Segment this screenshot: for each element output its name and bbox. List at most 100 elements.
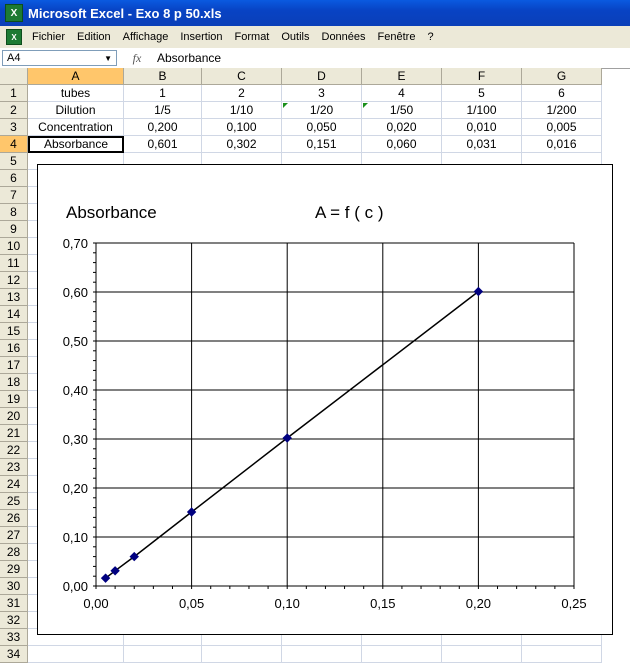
cell-d2[interactable]: 1/20 bbox=[282, 102, 362, 119]
cell-f2[interactable]: 1/100 bbox=[442, 102, 522, 119]
menu-insertion[interactable]: Insertion bbox=[174, 31, 228, 43]
row-header-21[interactable]: 21 bbox=[0, 425, 28, 442]
row-header-15[interactable]: 15 bbox=[0, 323, 28, 340]
row-header-20[interactable]: 20 bbox=[0, 408, 28, 425]
row-header-5[interactable]: 5 bbox=[0, 153, 28, 170]
row-header-26[interactable]: 26 bbox=[0, 510, 28, 527]
row-header-8[interactable]: 8 bbox=[0, 204, 28, 221]
cell-a1[interactable]: tubes bbox=[28, 85, 124, 102]
column-header-a[interactable]: A bbox=[28, 68, 124, 85]
excel-app-icon[interactable]: X bbox=[5, 4, 23, 22]
cell-a34[interactable] bbox=[28, 646, 124, 663]
row-header-17[interactable]: 17 bbox=[0, 357, 28, 374]
row-header-25[interactable]: 25 bbox=[0, 493, 28, 510]
cell-b34[interactable] bbox=[124, 646, 202, 663]
cell-d34[interactable] bbox=[282, 646, 362, 663]
row-header-27[interactable]: 27 bbox=[0, 527, 28, 544]
formula-input[interactable]: Absorbance bbox=[157, 51, 221, 65]
column-header-b[interactable]: B bbox=[124, 68, 202, 85]
row-header-12[interactable]: 12 bbox=[0, 272, 28, 289]
row-header-2[interactable]: 2 bbox=[0, 102, 28, 119]
chart[interactable]: Absorbance A = f ( c ) 0,00 0,10 0,20 0,30 0… bbox=[37, 164, 613, 635]
menu-outils[interactable]: Outils bbox=[275, 31, 315, 43]
row-header-34[interactable]: 34 bbox=[0, 646, 28, 663]
cell-c2[interactable]: 1/10 bbox=[202, 102, 282, 119]
cell-b1[interactable]: 1 bbox=[124, 85, 202, 102]
menu-affichage[interactable]: Affichage bbox=[117, 31, 175, 43]
row-header-24[interactable]: 24 bbox=[0, 476, 28, 493]
cell-c1[interactable]: 2 bbox=[202, 85, 282, 102]
row-header-31[interactable]: 31 bbox=[0, 595, 28, 612]
row-header-19[interactable]: 19 bbox=[0, 391, 28, 408]
row-header-1[interactable]: 1 bbox=[0, 85, 28, 102]
column-header-g[interactable]: G bbox=[522, 68, 602, 85]
cell-b3[interactable]: 0,200 bbox=[124, 119, 202, 136]
select-all-corner[interactable] bbox=[0, 68, 28, 85]
menu-help[interactable]: ? bbox=[421, 31, 439, 43]
cell-c34[interactable] bbox=[202, 646, 282, 663]
menu-donnees[interactable]: Données bbox=[316, 31, 372, 43]
cell-a2[interactable]: Dilution bbox=[28, 102, 124, 119]
row-header-13[interactable]: 13 bbox=[0, 289, 28, 306]
row-header-29[interactable]: 29 bbox=[0, 561, 28, 578]
chevron-down-icon[interactable]: ▼ bbox=[104, 54, 112, 63]
row-header-3[interactable]: 3 bbox=[0, 119, 28, 136]
row-header-16[interactable]: 16 bbox=[0, 340, 28, 357]
cell-c3[interactable]: 0,100 bbox=[202, 119, 282, 136]
cell-e34[interactable] bbox=[362, 646, 442, 663]
cell-g34[interactable] bbox=[522, 646, 602, 663]
cell-b2[interactable]: 1/5 bbox=[124, 102, 202, 119]
row-header-11[interactable]: 11 bbox=[0, 255, 28, 272]
cell-g3[interactable]: 0,005 bbox=[522, 119, 602, 136]
cell-e4[interactable]: 0,060 bbox=[362, 136, 442, 153]
row-header-18[interactable]: 18 bbox=[0, 374, 28, 391]
fx-icon[interactable]: fx bbox=[117, 51, 157, 66]
cell-b4[interactable]: 0,601 bbox=[124, 136, 202, 153]
row-header-7[interactable]: 7 bbox=[0, 187, 28, 204]
row-header-32[interactable]: 32 bbox=[0, 612, 28, 629]
cell-d1[interactable]: 3 bbox=[282, 85, 362, 102]
workbook-icon[interactable]: X bbox=[6, 29, 22, 45]
cell-e2[interactable]: 1/50 bbox=[362, 102, 442, 119]
row-header-33[interactable]: 33 bbox=[0, 629, 28, 646]
x-tick-label: 0,10 bbox=[275, 596, 300, 611]
y-tick-label: 0,30 bbox=[63, 432, 88, 447]
cell-e3[interactable]: 0,020 bbox=[362, 119, 442, 136]
column-header-f[interactable]: F bbox=[442, 68, 522, 85]
column-header-e[interactable]: E bbox=[362, 68, 442, 85]
cell-f3[interactable]: 0,010 bbox=[442, 119, 522, 136]
row-header-10[interactable]: 10 bbox=[0, 238, 28, 255]
y-tick-label: 0,10 bbox=[63, 530, 88, 545]
row-header-22[interactable]: 22 bbox=[0, 442, 28, 459]
row-header-6[interactable]: 6 bbox=[0, 170, 28, 187]
error-indicator-icon[interactable] bbox=[283, 103, 288, 108]
row-header-28[interactable]: 28 bbox=[0, 544, 28, 561]
name-box-value: A4 bbox=[7, 52, 21, 64]
y-tick-label: 0,00 bbox=[63, 579, 88, 594]
row-header-4[interactable]: 4 bbox=[0, 136, 28, 153]
cell-f1[interactable]: 5 bbox=[442, 85, 522, 102]
cell-g4[interactable]: 0,016 bbox=[522, 136, 602, 153]
cell-d3[interactable]: 0,050 bbox=[282, 119, 362, 136]
cell-a4[interactable]: Absorbance bbox=[28, 136, 124, 153]
cell-g1[interactable]: 6 bbox=[522, 85, 602, 102]
cell-f34[interactable] bbox=[442, 646, 522, 663]
menu-fenetre[interactable]: Fenêtre bbox=[372, 31, 422, 43]
row-header-30[interactable]: 30 bbox=[0, 578, 28, 595]
row-header-23[interactable]: 23 bbox=[0, 459, 28, 476]
error-indicator-icon[interactable] bbox=[363, 103, 368, 108]
menu-edition[interactable]: Edition bbox=[71, 31, 117, 43]
cell-a3[interactable]: Concentration bbox=[28, 119, 124, 136]
cell-c4[interactable]: 0,302 bbox=[202, 136, 282, 153]
row-header-9[interactable]: 9 bbox=[0, 221, 28, 238]
column-header-c[interactable]: C bbox=[202, 68, 282, 85]
column-header-d[interactable]: D bbox=[282, 68, 362, 85]
cell-f4[interactable]: 0,031 bbox=[442, 136, 522, 153]
cell-g2[interactable]: 1/200 bbox=[522, 102, 602, 119]
cell-d4[interactable]: 0,151 bbox=[282, 136, 362, 153]
row-header-14[interactable]: 14 bbox=[0, 306, 28, 323]
menu-format[interactable]: Format bbox=[229, 31, 276, 43]
name-box[interactable]: A4 ▼ bbox=[2, 50, 117, 66]
cell-e1[interactable]: 4 bbox=[362, 85, 442, 102]
menu-fichier[interactable]: Fichier bbox=[26, 31, 71, 43]
